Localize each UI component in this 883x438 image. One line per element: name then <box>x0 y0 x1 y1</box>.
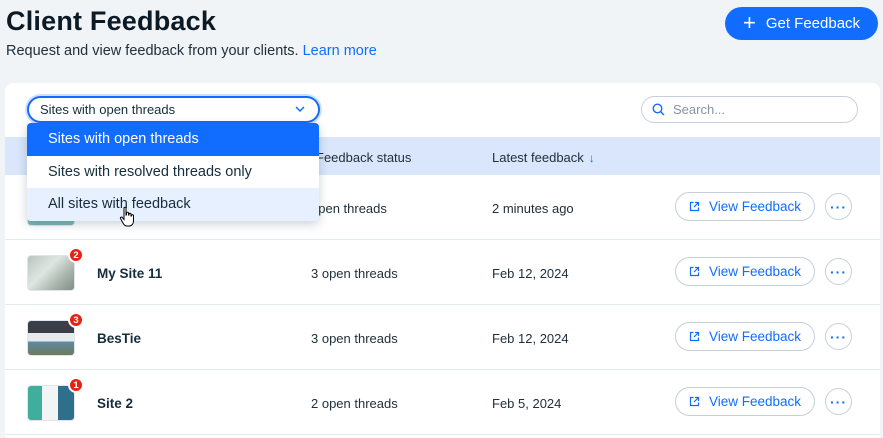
page-title: Client Feedback <box>6 6 217 36</box>
feedback-count-badge: 2 <box>68 247 84 263</box>
table-row: 2 My Site 11 3 open threads Feb 12, 2024… <box>5 240 880 305</box>
row-latest: Feb 12, 2024 <box>492 331 569 346</box>
filter-dropdown[interactable]: Sites with open threads <box>27 96 320 123</box>
site-thumbnail: 2 <box>27 247 84 291</box>
filter-selected-value: Sites with open threads <box>40 102 176 117</box>
filter-dropdown-menu: Sites with open threads Sites with resol… <box>27 123 319 221</box>
sort-arrow-icon: ↓ <box>588 151 595 165</box>
feedback-count-badge: 3 <box>68 312 84 328</box>
more-dots-icon: ··· <box>830 393 847 410</box>
site-name: BesTie <box>97 331 142 346</box>
row-status: open threads <box>311 201 387 216</box>
search-input[interactable]: Search... <box>641 96 858 123</box>
row-latest: Feb 12, 2024 <box>492 266 569 281</box>
more-actions-button[interactable]: ··· <box>825 323 852 350</box>
view-feedback-button[interactable]: View Feedback <box>675 387 815 416</box>
view-feedback-button[interactable]: View Feedback <box>675 322 815 351</box>
table-row: 3 BesTie 3 open threads Feb 12, 2024 Vie… <box>5 305 880 370</box>
view-feedback-label: View Feedback <box>708 329 802 344</box>
subtitle-text: Request and view feedback from your clie… <box>6 43 299 59</box>
row-status: 3 open threads <box>311 331 398 346</box>
learn-more-link[interactable]: Learn more <box>303 43 377 59</box>
hand-cursor-icon <box>119 206 134 227</box>
view-feedback-button[interactable]: View Feedback <box>675 192 815 221</box>
filter-option-all[interactable]: All sites with feedback <box>27 188 319 221</box>
view-feedback-label: View Feedback <box>708 394 802 409</box>
column-header-latest[interactable]: Latest feedback ↓ <box>492 150 595 165</box>
search-placeholder: Search... <box>673 102 726 117</box>
filter-option-open[interactable]: Sites with open threads <box>27 123 319 156</box>
view-feedback-label: View Feedback <box>708 199 802 214</box>
external-link-icon <box>689 266 700 277</box>
view-feedback-label: View Feedback <box>708 264 802 279</box>
row-latest: 2 minutes ago <box>492 201 574 216</box>
more-actions-button[interactable]: ··· <box>825 193 852 220</box>
external-link-icon <box>689 331 700 342</box>
more-dots-icon: ··· <box>830 328 847 345</box>
external-link-icon <box>689 396 700 407</box>
table-row: 1 Site 2 2 open threads Feb 5, 2024 View… <box>5 370 880 435</box>
site-thumbnail: 3 <box>27 312 84 356</box>
page-subtitle: Request and view feedback from your clie… <box>6 43 377 59</box>
site-name: Site 2 <box>97 396 134 411</box>
column-header-status: Feedback status <box>316 150 412 165</box>
more-dots-icon: ··· <box>830 263 847 280</box>
get-feedback-label: Get Feedback <box>765 15 861 32</box>
more-actions-button[interactable]: ··· <box>825 258 852 285</box>
row-latest: Feb 5, 2024 <box>492 396 562 411</box>
chevron-down-icon <box>295 106 305 113</box>
row-status: 3 open threads <box>311 266 398 281</box>
column-header-latest-label: Latest feedback <box>492 150 584 165</box>
get-feedback-button[interactable]: + Get Feedback <box>725 7 878 40</box>
view-feedback-button[interactable]: View Feedback <box>675 257 815 286</box>
feedback-count-badge: 1 <box>68 377 84 393</box>
site-name: My Site 11 <box>97 266 163 281</box>
search-icon <box>652 103 665 116</box>
more-actions-button[interactable]: ··· <box>825 388 852 415</box>
plus-icon: + <box>742 9 756 35</box>
row-status: 2 open threads <box>311 396 398 411</box>
filter-option-resolved[interactable]: Sites with resolved threads only <box>27 156 319 189</box>
site-thumbnail: 1 <box>27 377 84 421</box>
more-dots-icon: ··· <box>830 198 847 215</box>
external-link-icon <box>689 201 700 212</box>
